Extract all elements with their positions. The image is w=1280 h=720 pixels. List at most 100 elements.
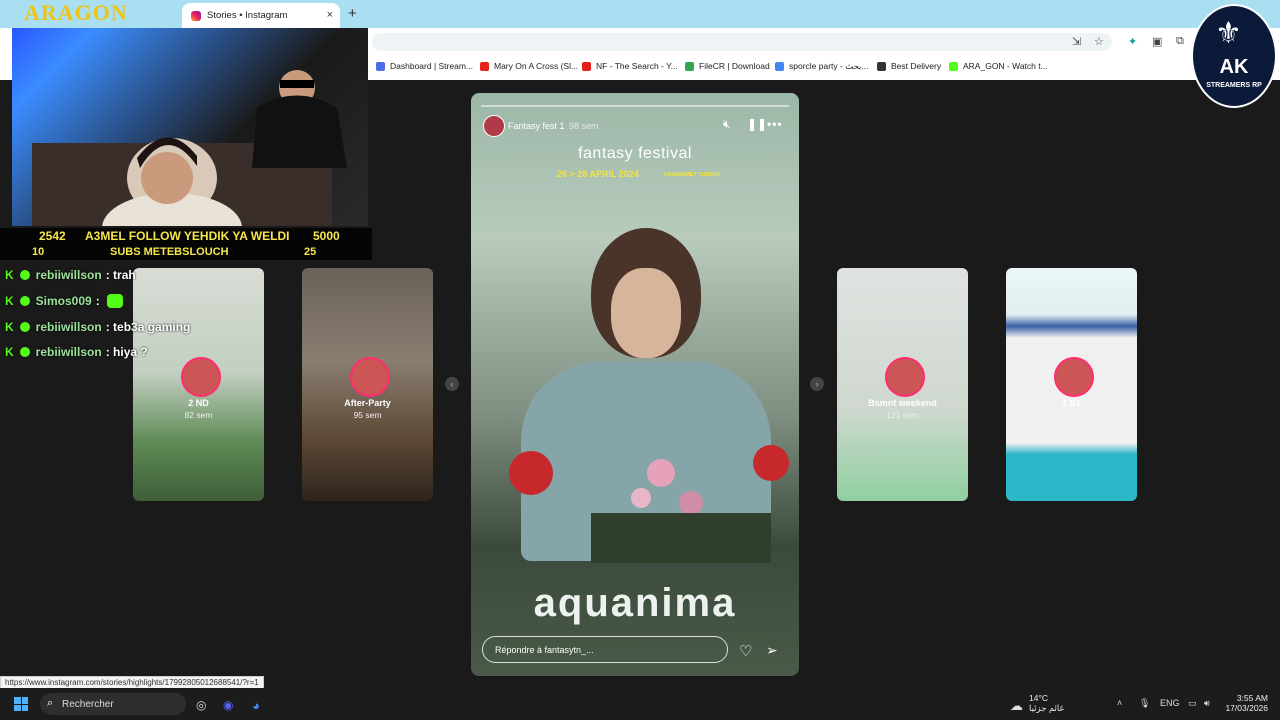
- discord-icon[interactable]: ◉: [223, 698, 233, 712]
- subs-goal: 25: [304, 246, 317, 258]
- story-card[interactable]: After-Party 95 sem: [302, 268, 433, 501]
- story-card-name: 2 ND: [188, 398, 209, 408]
- badge-title: AK: [1219, 56, 1249, 78]
- kick-icon: K: [5, 268, 14, 282]
- story-photo-face: [611, 268, 681, 358]
- weather-widget[interactable]: 14°C غائم جزئيا: [1029, 693, 1064, 714]
- chat-message: K rebiiwillson: hiya ?: [5, 345, 148, 359]
- taskbar-search-placeholder: Rechercher: [62, 699, 114, 710]
- story-card-age: 121 sem: [886, 410, 919, 420]
- kick-icon: K: [5, 320, 14, 334]
- bookmark-item[interactable]: Dashboard | Stream...: [376, 61, 473, 71]
- more-options-icon[interactable]: •••: [767, 117, 783, 131]
- bookmark-item[interactable]: ARA_GON - Watch t...: [949, 61, 1048, 71]
- eagle-icon: ⚜: [1215, 17, 1242, 50]
- verified-icon: [19, 322, 30, 332]
- story-card-name: After-Party: [344, 398, 391, 408]
- bookmark-item[interactable]: FileCR | Download: [685, 61, 770, 71]
- story-card[interactable]: 2 ND 82 sem: [133, 268, 264, 501]
- close-tab-icon[interactable]: ×: [327, 9, 333, 21]
- volume-icon[interactable]: 🔊︎: [1204, 698, 1210, 709]
- search-icon: ⌕: [47, 697, 54, 709]
- story-card-name: Bsmnt weekend: [868, 398, 937, 408]
- like-heart-icon[interactable]: ♡: [739, 642, 752, 660]
- taskbar-clock[interactable]: 3:55 AM 17/03/2026: [1222, 693, 1268, 713]
- bookmark-favicon: [376, 61, 385, 71]
- ak-streamers-badge: ⚜ AK STREAMERS RP: [1191, 4, 1277, 108]
- language-indicator[interactable]: ENG: [1160, 698, 1180, 708]
- chat-message: K rebiiwillson: trah: [5, 268, 136, 282]
- address-bar[interactable]: [372, 33, 1112, 51]
- story-card[interactable]: Bsmnt weekend 121 sem: [837, 268, 968, 501]
- install-icon[interactable]: ⇲: [1072, 35, 1081, 48]
- network-icon[interactable]: ▭: [1188, 698, 1197, 709]
- steam-icon[interactable]: ◎: [196, 698, 206, 712]
- story-avatar: [349, 356, 390, 397]
- bookmark-star-icon[interactable]: ☆: [1094, 35, 1104, 48]
- microphone-icon[interactable]: 🎙︎: [1139, 698, 1150, 709]
- tab-title: Stories • Instagram: [207, 10, 288, 21]
- kick-icon: [949, 61, 958, 71]
- youtube-icon: [582, 61, 591, 71]
- badge-subtitle: STREAMERS RP: [1206, 82, 1262, 89]
- festival-title: fantasy festival: [578, 145, 692, 162]
- aragon-logo: ARAGON: [24, 0, 128, 25]
- brand-logo-text: aquanima: [533, 581, 737, 625]
- previous-story-button[interactable]: ‹: [445, 377, 459, 391]
- verified-icon: [19, 270, 30, 280]
- story-progress-bar: [481, 105, 789, 107]
- story-card-name: 1 ST: [1061, 398, 1081, 408]
- send-icon[interactable]: ➢: [766, 642, 778, 659]
- story-time: 98 sem: [569, 121, 599, 131]
- extension-icon[interactable]: ✦: [1128, 35, 1137, 48]
- verified-icon: [19, 347, 30, 357]
- follow-count: 2542: [39, 229, 66, 243]
- chat-message: K rebiiwillson: teb3a gaming: [5, 320, 191, 334]
- youtube-icon: [480, 61, 489, 71]
- story-card-age: 82 sem: [184, 410, 213, 420]
- chevron-up-icon[interactable]: ˄: [1117, 698, 1122, 708]
- festival-location: HAMMAMET TUNISIA: [664, 172, 721, 178]
- extensions-puzzle-icon[interactable]: ⧉: [1176, 35, 1184, 48]
- bookmark-item[interactable]: Mary On A Cross (Sl...: [480, 61, 578, 71]
- emote-icon: [107, 294, 124, 308]
- festival-date: 26 > 28 APRIL 2024: [557, 169, 639, 179]
- filecr-icon: [685, 61, 694, 71]
- story-avatar: [1053, 356, 1094, 397]
- follow-goal: 5000: [313, 229, 340, 243]
- kick-icon: K: [5, 345, 14, 359]
- windows-start-icon[interactable]: [14, 697, 28, 711]
- subs-goal-text: SUBS METEBSLOUCH: [110, 246, 229, 258]
- subs-count: 10: [32, 246, 45, 258]
- next-story-button[interactable]: ›: [810, 377, 824, 391]
- story-photo-flowers: [509, 445, 789, 563]
- weather-icon: ☁: [1010, 698, 1023, 713]
- follow-goal-text: A3MEL FOLLOW YEHDIK YA WELDI: [85, 229, 290, 243]
- bookmark-item[interactable]: sporcle party - بحث...: [775, 61, 869, 72]
- chat-message: K Simos009:: [5, 294, 124, 308]
- story-user-avatar[interactable]: [483, 115, 505, 137]
- bookmark-item[interactable]: NF - The Search - Y...: [582, 61, 678, 71]
- windows-taskbar: [0, 688, 1280, 720]
- story-card-age: 137 sem: [1055, 410, 1088, 420]
- chrome-icon[interactable]: ◕: [252, 698, 260, 713]
- kick-icon: K: [5, 294, 14, 308]
- new-tab-button[interactable]: +: [348, 5, 357, 22]
- extension-icon-2[interactable]: ▣: [1152, 35, 1162, 48]
- webcam-overlay: [12, 28, 368, 263]
- verified-icon: [19, 296, 30, 306]
- webcam-image: [32, 70, 347, 263]
- mute-icon[interactable]: 🔇︎: [723, 117, 731, 132]
- story-card-age: 95 sem: [353, 410, 382, 420]
- delivery-icon: [877, 61, 886, 71]
- instagram-icon: [191, 10, 201, 21]
- bookmark-item[interactable]: Best Delivery: [877, 61, 941, 71]
- tab-instagram[interactable]: Stories • Instagram ×: [182, 3, 340, 28]
- story-card[interactable]: 1 ST 137 sem: [1006, 268, 1137, 501]
- story-username[interactable]: Fantasy fest 1: [508, 121, 565, 131]
- reply-placeholder: Répondre à fantasytn_...: [495, 645, 594, 655]
- story-viewer[interactable]: Fantasy fest 1 98 sem 🔇︎ ❚❚ ••• fantasy …: [471, 93, 799, 676]
- pause-icon[interactable]: ❚❚: [747, 117, 767, 131]
- google-icon: [775, 62, 784, 71]
- story-avatar: [180, 356, 221, 397]
